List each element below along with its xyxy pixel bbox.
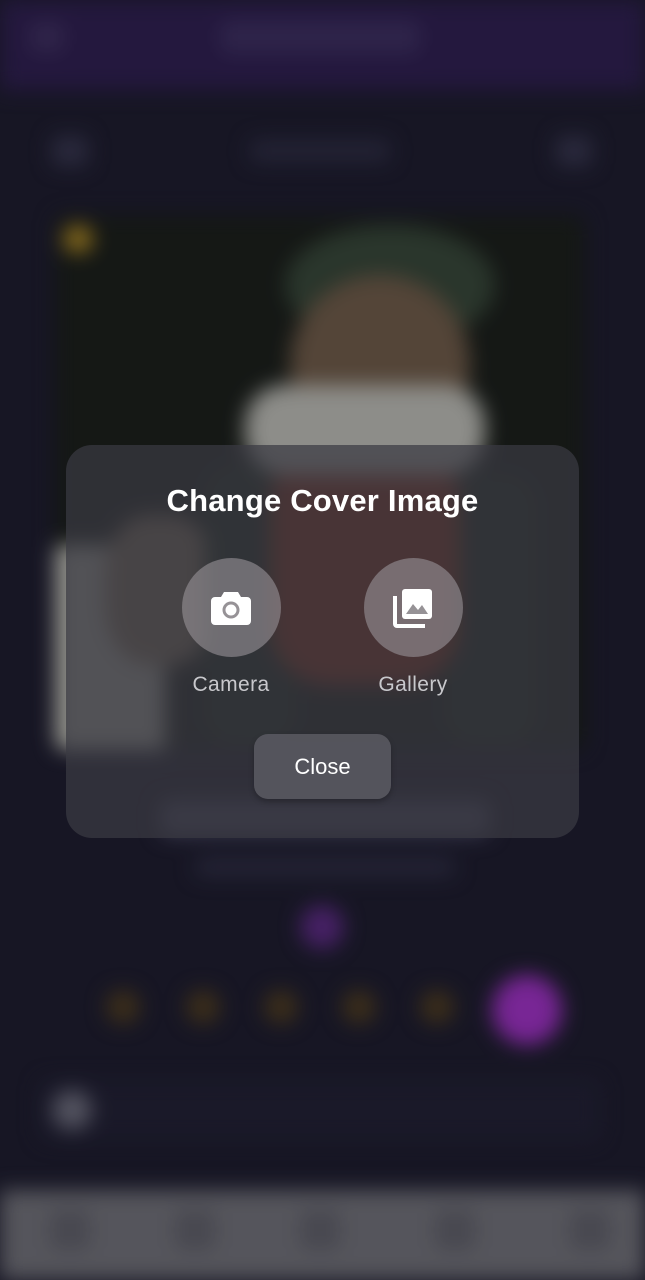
camera-option[interactable]: Camera xyxy=(151,558,311,697)
gallery-option[interactable]: Gallery xyxy=(333,558,493,697)
camera-button[interactable] xyxy=(181,558,281,657)
gallery-label: Gallery xyxy=(378,673,448,696)
screen: Change Cover Image Camera Gallery Close xyxy=(0,0,645,1280)
camera-icon xyxy=(209,588,253,628)
dialog-title: Change Cover Image xyxy=(166,483,479,518)
change-cover-dialog: Change Cover Image Camera Gallery Close xyxy=(66,445,579,838)
camera-label: Camera xyxy=(192,673,270,696)
gallery-button[interactable] xyxy=(363,558,463,657)
gallery-icon xyxy=(391,586,435,630)
close-button[interactable]: Close xyxy=(254,734,391,799)
